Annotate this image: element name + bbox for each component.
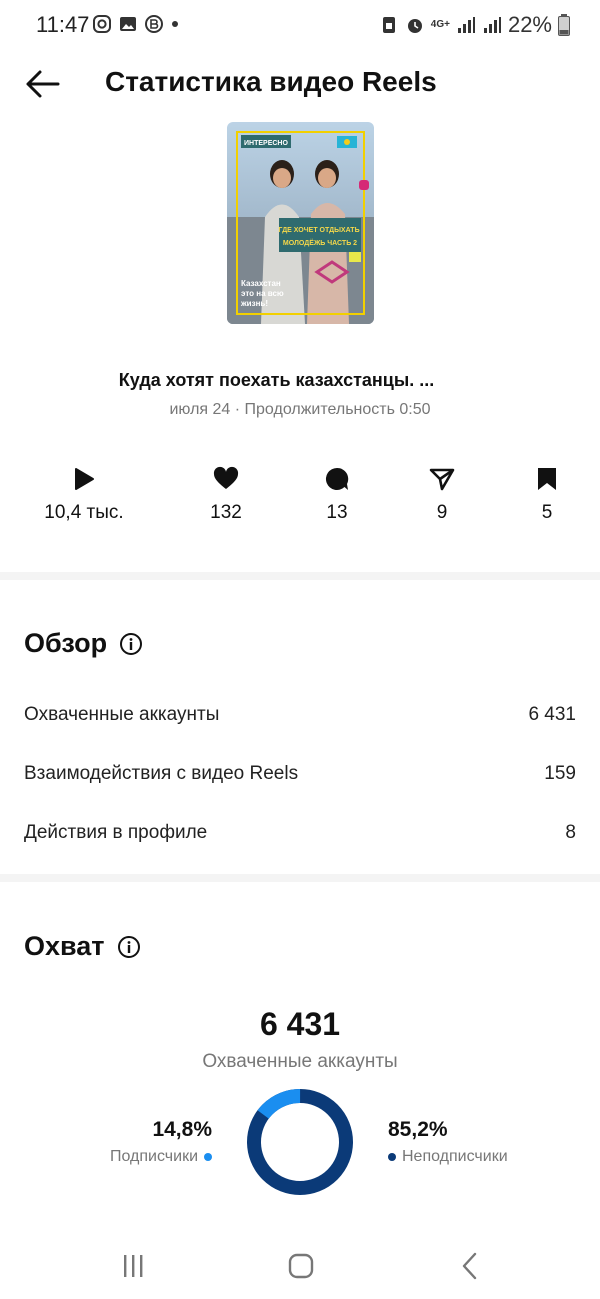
battery-percent: 22% (507, 12, 552, 37)
bookmark-icon (538, 468, 556, 490)
reach-donut-chart (246, 1089, 353, 1195)
comment-icon (325, 467, 349, 490)
non-followers-dot (388, 1153, 396, 1161)
overview-title: Обзор (24, 628, 108, 658)
non-followers-percent: 85,2% (388, 1118, 448, 1141)
play-icon (75, 468, 94, 490)
dot-icon (172, 21, 178, 27)
overview-row-accounts-reached[interactable]: Охваченные аккаунты 6 431 (24, 700, 576, 730)
page-title: Статистика видео Reels (105, 66, 437, 97)
info-icon[interactable] (117, 935, 141, 959)
reel-thumbnail[interactable]: ИНТЕРЕСНО ГДЕ ХОЧЕТ ОТДЫХАТЬ МОЛОДЁЖЬ ЧА… (227, 122, 374, 324)
non-followers-legend-label: Неподписчики (388, 1148, 568, 1166)
metric-value: 13 (326, 502, 348, 523)
gallery-icon (120, 17, 136, 31)
reach-total-label: Охваченные аккаунты (202, 1051, 398, 1072)
row-label: Действия в профиле (24, 822, 208, 843)
metric-value: 5 (541, 502, 553, 523)
reach-title: Охват (24, 931, 105, 961)
metric-value: 132 (210, 502, 242, 523)
signal-icon (483, 17, 501, 33)
status-notification-icons (92, 14, 180, 34)
status-bar: 11:47 4G+ 22% (0, 0, 600, 52)
system-nav-bar (0, 1236, 600, 1292)
overview-row-profile-activity[interactable]: Действия в профиле 8 (24, 818, 576, 848)
followers-dot (204, 1153, 212, 1161)
network-4g-icon: 4G+ (430, 19, 450, 30)
status-right-icons: 4G+ 22% (379, 12, 570, 38)
metric-value: 10,4 тыс. (44, 502, 124, 523)
metric-comments: 13 (277, 466, 397, 524)
alarm-icon (407, 19, 422, 33)
app-header: Статистика видео Reels (0, 52, 600, 114)
battery-icon (558, 14, 570, 36)
row-label: Взаимодействия с видео Reels (24, 763, 299, 784)
home-icon[interactable] (281, 1248, 321, 1284)
followers-label: Подписчики (109, 1148, 198, 1165)
instagram-icon (93, 15, 111, 33)
metric-plays: 10,4 тыс. (24, 466, 144, 524)
arrow-left-icon[interactable] (22, 64, 62, 104)
engagement-metrics: 10,4 тыс. 132 13 9 5 (0, 466, 600, 536)
section-divider (0, 572, 600, 580)
heart-icon (213, 466, 239, 489)
metric-shares: 9 (382, 466, 502, 524)
metric-saves: 5 (487, 466, 600, 524)
status-time: 11:47 (36, 12, 90, 37)
info-icon[interactable] (119, 632, 143, 656)
section-divider (0, 874, 600, 882)
row-value: 8 (565, 822, 576, 843)
row-label: Охваченные аккаунты (24, 704, 220, 725)
legend-followers: 14,8% Подписчики (70, 1118, 212, 1166)
reel-title: Куда хотят поехать казахстанцы. ... (118, 370, 435, 390)
signal-icon (457, 17, 475, 33)
reel-meta: июля 24 · Продолжительность 0:50 (169, 401, 431, 418)
non-followers-label: Неподписчики (402, 1148, 508, 1165)
reach-total: 6 431 (259, 1006, 341, 1042)
row-value: 159 (544, 763, 576, 784)
row-value: 6 431 (528, 704, 576, 725)
share-icon (429, 468, 455, 491)
back-icon[interactable] (450, 1248, 490, 1284)
recents-icon[interactable] (113, 1248, 153, 1284)
overview-section-title: Обзор (24, 628, 143, 659)
legend-non-followers: 85,2% Неподписчики (388, 1118, 568, 1166)
metric-likes: 132 (166, 466, 286, 524)
vk-icon (145, 15, 163, 33)
followers-legend-label: Подписчики (70, 1148, 212, 1166)
sim-icon (382, 17, 395, 33)
reach-section-title: Охват (24, 931, 141, 962)
overview-row-interactions[interactable]: Взаимодействия с видео Reels 159 (24, 759, 576, 789)
thumbnail-badge: ИНТЕРЕСНО (244, 140, 288, 147)
followers-percent: 14,8% (152, 1118, 212, 1141)
metric-value: 9 (436, 502, 448, 523)
